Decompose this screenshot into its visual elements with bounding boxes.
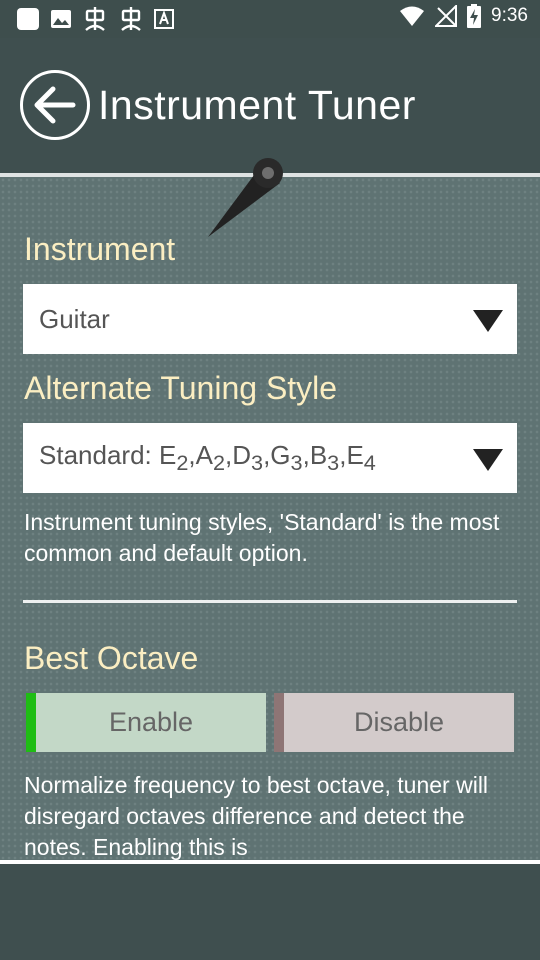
tuning-style-value: Standard: E2,A2,D3,G3,B3,E4 xyxy=(39,440,376,476)
tuning-style-prefix: Standard: xyxy=(39,439,159,470)
tuning-note: A2 xyxy=(195,439,225,476)
status-bar-right-icons: 9:36 xyxy=(399,4,528,28)
tuning-style-select[interactable]: Standard: E2,A2,D3,G3,B3,E4 xyxy=(23,423,517,493)
instrument-select-value: Guitar xyxy=(39,303,110,334)
font-icon xyxy=(154,9,174,29)
disable-button[interactable]: Disable xyxy=(274,693,514,752)
tuning-note: B3 xyxy=(309,439,340,476)
tuning-note: G3 xyxy=(270,439,303,476)
back-arrow-icon xyxy=(34,86,76,124)
bug-icon xyxy=(85,7,105,31)
battery-charging-icon xyxy=(467,4,482,28)
tuning-note: D3 xyxy=(232,439,264,476)
instrument-select[interactable]: Guitar xyxy=(23,284,517,354)
back-button[interactable] xyxy=(20,70,90,140)
app-bar: Instrument Tuner xyxy=(0,38,540,172)
best-octave-label: Best Octave xyxy=(24,640,199,676)
tuning-note-list: E2,A2,D3,G3,B3,E4 xyxy=(158,439,376,476)
wifi-icon xyxy=(400,6,425,26)
bug-icon xyxy=(121,7,141,31)
no-signal-icon xyxy=(435,5,458,27)
status-time: 9:36 xyxy=(491,5,528,26)
footer-area xyxy=(0,864,540,960)
image-icon xyxy=(51,10,71,28)
enable-button[interactable]: Enable xyxy=(26,693,266,752)
app-square-icon xyxy=(17,8,39,30)
tuning-style-label: Alternate Tuning Style xyxy=(24,370,338,406)
tuning-note: E2 xyxy=(158,439,189,476)
tuning-note: E4 xyxy=(346,439,376,476)
dropdown-arrow-icon xyxy=(473,449,503,471)
page-title: Instrument Tuner xyxy=(98,82,416,128)
best-octave-description: Normalize frequency to best octave, tune… xyxy=(24,772,489,860)
dropdown-arrow-icon xyxy=(473,310,503,332)
instrument-label: Instrument xyxy=(24,231,176,267)
status-bar-left-icons xyxy=(16,6,174,32)
tuning-style-description: Instrument tuning styles, 'Standard' is … xyxy=(24,509,500,566)
status-bar: 9:36 xyxy=(0,0,540,38)
section-divider xyxy=(23,600,517,603)
